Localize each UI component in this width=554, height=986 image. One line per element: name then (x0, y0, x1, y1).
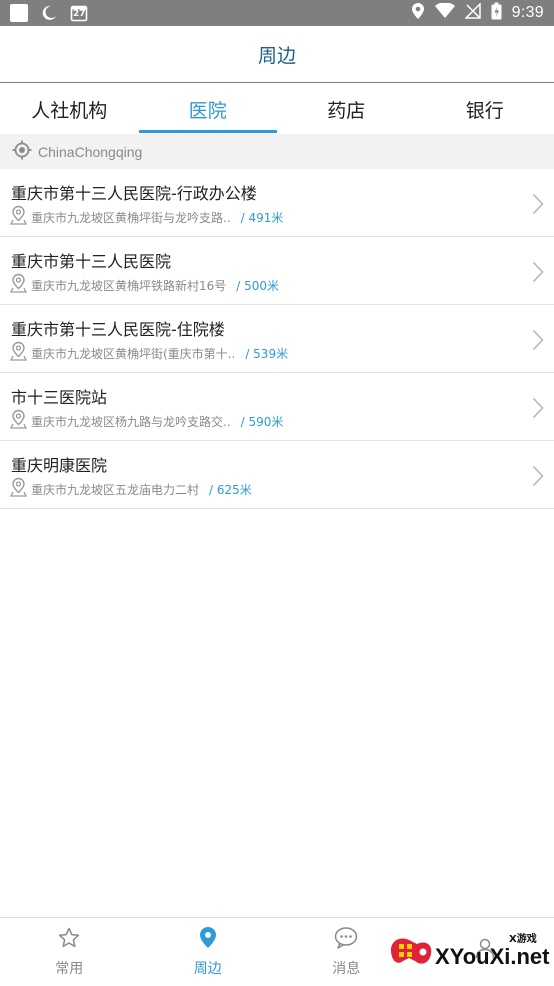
category-tabs: 人社机构 医院 药店 银行 (0, 84, 554, 134)
nav-nearby[interactable]: 周边 (139, 918, 278, 986)
app-header: 周边 (0, 26, 554, 83)
map-pin-icon (9, 205, 28, 229)
hospital-list: 重庆市第十三人民医院-行政办公楼 重庆市九龙坡区黄桷坪街与龙吟支路.. / 49… (0, 169, 554, 509)
moon-icon (40, 4, 58, 22)
battery-icon (491, 2, 502, 24)
list-item[interactable]: 市十三医院站 重庆市九龙坡区杨九路与龙吟支路交.. / 590米 (0, 373, 554, 441)
item-address: 重庆市九龙坡区黄桷坪铁路新村16号 (31, 278, 227, 293)
tab-social-security[interactable]: 人社机构 (0, 84, 139, 134)
item-address: 重庆市九龙坡区五龙庙电力二村 (31, 482, 200, 497)
map-pin-icon (9, 273, 28, 297)
chevron-right-icon (532, 329, 544, 355)
nav-label: 消息 (332, 961, 361, 977)
item-distance: / 539米 (245, 346, 289, 361)
item-title: 重庆市第十三人民医院 (11, 252, 172, 271)
calendar-day: 27 (73, 9, 86, 19)
list-item[interactable]: 重庆市第十三人民医院-住院楼 重庆市九龙坡区黄桷坪街(重庆市第十.. / 539… (0, 305, 554, 373)
item-address: 重庆市九龙坡区杨九路与龙吟支路交.. (31, 414, 231, 429)
list-item[interactable]: 重庆市第十三人民医院-行政办公楼 重庆市九龙坡区黄桷坪街与龙吟支路.. / 49… (0, 169, 554, 237)
item-title: 重庆市第十三人民医院-住院楼 (11, 320, 225, 339)
chat-bubble-icon (333, 926, 359, 954)
bottom-nav: 常用 周边 消息 (0, 917, 554, 986)
tab-pharmacy[interactable]: 药店 (277, 84, 416, 134)
item-distance: / 491米 (240, 210, 284, 225)
current-location-bar[interactable]: ChinaChongqing (0, 134, 554, 169)
item-title: 重庆明康医院 (11, 456, 108, 475)
nav-label: 常用 (55, 961, 84, 977)
chevron-right-icon (532, 397, 544, 423)
tab-hospital[interactable]: 医院 (138, 84, 278, 134)
map-pin-icon (9, 477, 28, 501)
wifi-icon (434, 2, 455, 23)
map-pin-icon (9, 341, 28, 365)
item-address: 重庆市九龙坡区黄桷坪街与龙吟支路.. (31, 210, 231, 225)
status-bar: 27 9:39 (0, 0, 554, 26)
item-distance: / 625米 (209, 482, 252, 497)
gps-icon (411, 2, 425, 24)
chevron-right-icon (532, 465, 544, 491)
item-title: 重庆市第十三人民医院-行政办公楼 (11, 184, 257, 203)
chevron-right-icon (532, 193, 544, 219)
locate-target-icon (12, 140, 32, 164)
page-title: 周边 (257, 44, 296, 67)
no-signal-icon (463, 2, 481, 23)
nav-profile[interactable] (416, 918, 554, 986)
item-address: 重庆市九龙坡区黄桷坪街(重庆市第十.. (31, 346, 236, 361)
tab-bank[interactable]: 银行 (416, 84, 554, 134)
clock-time: 9:39 (511, 4, 544, 21)
location-pin-icon (197, 926, 219, 954)
chevron-right-icon (532, 261, 544, 287)
location-text: ChinaChongqing (38, 143, 143, 160)
nav-messages[interactable]: 消息 (277, 918, 416, 986)
list-item[interactable]: 重庆市第十三人民医院 重庆市九龙坡区黄桷坪铁路新村16号 / 500米 (0, 237, 554, 305)
nav-favorites[interactable]: 常用 (0, 918, 139, 986)
item-distance: / 500米 (236, 278, 280, 293)
list-item[interactable]: 重庆明康医院 重庆市九龙坡区五龙庙电力二村 / 625米 (0, 441, 554, 509)
nav-label: 周边 (193, 961, 222, 977)
item-title: 市十三医院站 (11, 388, 108, 407)
user-icon (473, 936, 497, 964)
notification-square-icon (10, 4, 28, 22)
item-distance: / 590米 (240, 414, 284, 429)
calendar-icon: 27 (70, 4, 88, 22)
map-pin-icon (9, 409, 28, 433)
star-icon (57, 926, 81, 954)
